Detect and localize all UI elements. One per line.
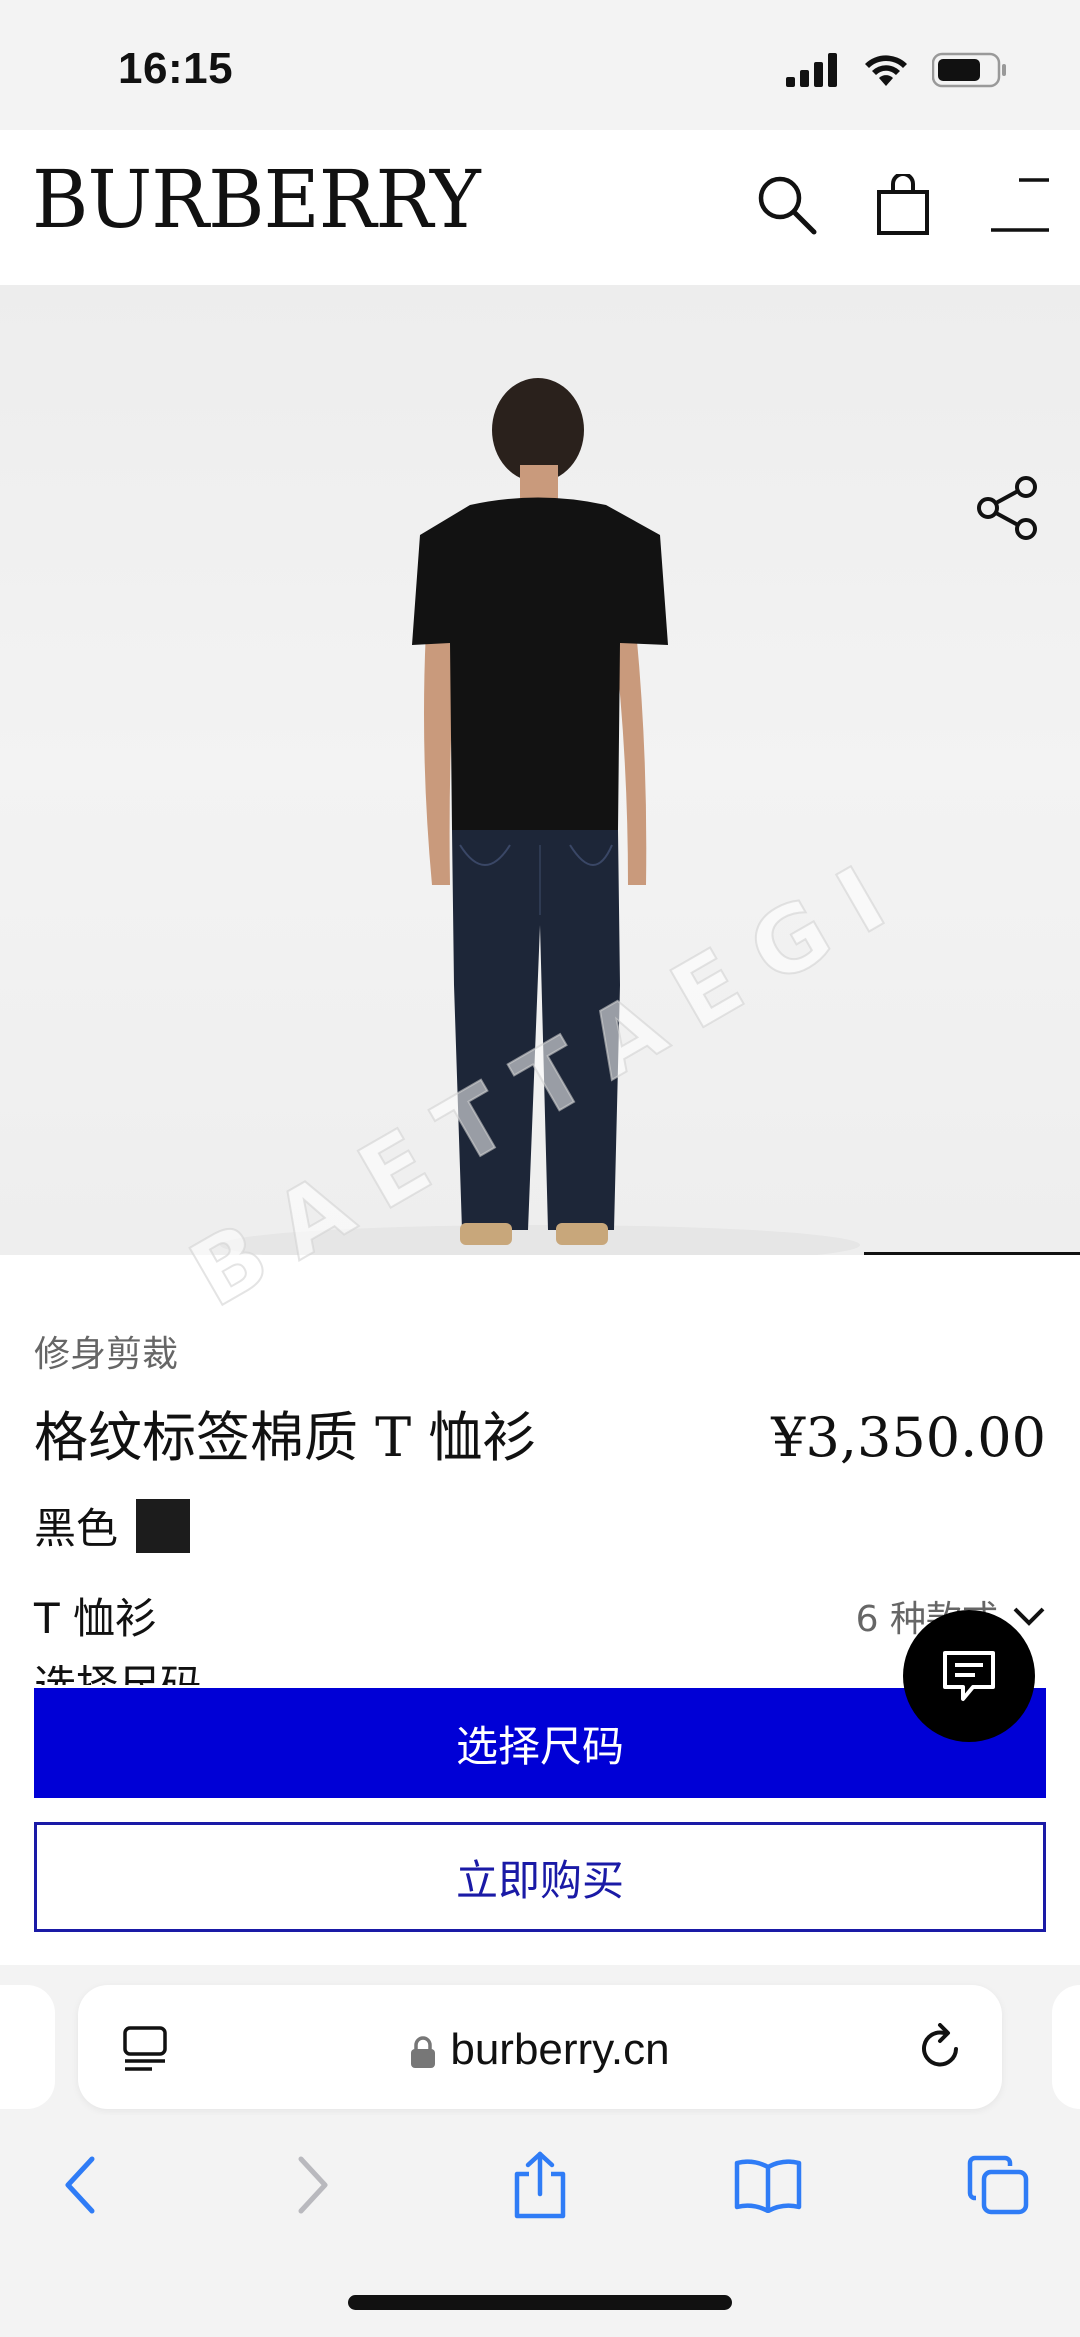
style-label: T 恤衫 bbox=[34, 1594, 158, 1643]
burberry-logo[interactable]: BURBERRY bbox=[32, 160, 481, 240]
style-selector[interactable]: T 恤衫 6 种款式 bbox=[34, 1585, 1046, 1646]
battery-icon bbox=[932, 52, 1006, 88]
status-time: 16:15 bbox=[118, 44, 234, 93]
site-header: BURBERRY bbox=[0, 130, 1080, 285]
search-icon[interactable] bbox=[752, 170, 822, 240]
chat-button[interactable] bbox=[903, 1610, 1035, 1742]
bookmarks-icon[interactable] bbox=[728, 2145, 808, 2225]
address-bar[interactable]: burberry.cn bbox=[78, 1985, 1002, 2109]
share-icon[interactable] bbox=[974, 475, 1040, 541]
fit-label: 修身剪裁 bbox=[34, 1334, 179, 1375]
wifi-icon bbox=[865, 55, 907, 86]
color-swatch[interactable] bbox=[136, 1498, 191, 1553]
product-details: 修身剪裁 格纹标签棉质 T 恤衫 ¥3,350.00 黑色 T 恤衫 6 种款式… bbox=[0, 1255, 1080, 1685]
chevron-down-icon bbox=[1013, 1607, 1045, 1626]
title-row: 格纹标签棉质 T 恤衫 ¥3,350.00 bbox=[34, 1393, 1046, 1472]
product-price: ¥3,350.00 bbox=[771, 1406, 1046, 1469]
product-name: 格纹标签棉质 T 恤衫 bbox=[34, 1406, 537, 1469]
buy-now-button[interactable]: 立即购买 bbox=[34, 1822, 1046, 1932]
lock-icon bbox=[411, 2036, 436, 2069]
tabs-icon[interactable] bbox=[958, 2145, 1038, 2225]
color-label: 黑色 bbox=[34, 1504, 119, 1553]
url-text: burberry.cn bbox=[450, 2025, 670, 2074]
next-tab[interactable] bbox=[1052, 1985, 1080, 2109]
browser-toolbar: burberry.cn bbox=[0, 1965, 1080, 2115]
shopping-bag-icon[interactable] bbox=[868, 170, 938, 240]
product-image[interactable] bbox=[0, 285, 1080, 1255]
home-indicator[interactable] bbox=[348, 2295, 732, 2310]
select-size-button[interactable]: 选择尺码 bbox=[34, 1688, 1046, 1798]
previous-tab[interactable] bbox=[0, 1985, 55, 2109]
color-row[interactable]: 黑色 bbox=[34, 1495, 191, 1556]
share-sheet-icon[interactable] bbox=[500, 2145, 580, 2225]
back-icon[interactable] bbox=[40, 2145, 120, 2225]
chat-icon bbox=[943, 1651, 995, 1701]
reload-icon[interactable] bbox=[918, 2023, 964, 2075]
status-icons bbox=[786, 52, 1008, 88]
select-size-heading: 选择尺码 bbox=[34, 1665, 202, 1685]
signal-icon bbox=[786, 53, 837, 87]
model-image bbox=[220, 378, 860, 1255]
url-display[interactable]: burberry.cn bbox=[78, 2025, 1002, 2075]
status-bar: 16:15 bbox=[0, 0, 1080, 130]
menu-icon[interactable] bbox=[985, 170, 1055, 240]
forward-icon[interactable] bbox=[273, 2145, 353, 2225]
